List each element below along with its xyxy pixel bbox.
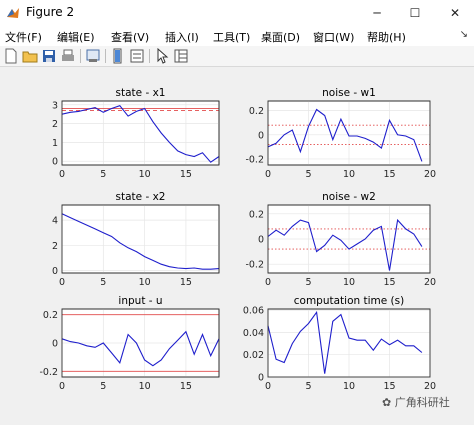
y-tick-label: 0.06 [243,306,264,317]
pointer-icon[interactable] [154,48,170,64]
subplot-1: 0 5 10 15 0 1 2 3 state - x1 [52,87,220,180]
x-tick-label: 10 [343,169,355,180]
x-tick-label: 0 [265,381,271,392]
subplot-title: computation time (s) [294,295,404,307]
menu-desktop[interactable]: 桌面(D) [261,29,300,45]
axes-box [61,204,220,274]
property-inspector-icon[interactable] [173,48,189,64]
y-tick-label: 0 [52,339,58,350]
x-tick-label: 5 [100,169,106,180]
subplot-4: 0 5 10 15 20-0.200.2noise - w2 [245,191,436,288]
save-icon[interactable] [41,48,57,64]
y-tick-label: 0.04 [243,328,264,339]
watermark: ✿ 广角科研社 [382,396,450,409]
x-tick-label: 15 [180,277,192,288]
x-tick-label: 15 [383,381,395,392]
y-tick-label: 2 [52,241,58,252]
x-tick-label: 5 [305,381,311,392]
print-preview-icon[interactable] [85,48,101,64]
x-tick-label: 0 [59,277,65,288]
subplot-5: 0 5 10 15-0.200.2input - u [39,295,220,392]
x-tick-label: 10 [139,277,151,288]
y-tick-label: -0.2 [39,367,58,378]
menu-edit[interactable]: 编辑(E) [57,29,95,45]
y-tick-label: 0 [52,266,58,277]
x-tick-label: 0 [265,169,271,180]
subplot-2: 0 5 10 15 20-0.200.2noise - w1 [245,87,436,180]
matlab-icon [7,8,19,18]
toolbar [0,46,474,67]
x-tick-label: 20 [424,277,436,288]
y-tick-label: -0.2 [245,260,264,271]
x-tick-label: 5 [305,169,311,180]
subplot-title: noise - w2 [322,191,376,203]
y-tick-label: 2 [52,119,58,130]
print-icon[interactable] [60,48,76,64]
x-tick-label: 15 [383,169,395,180]
y-tick-label: 0.02 [243,350,264,361]
x-tick-label: 20 [424,169,436,180]
y-tick-label: 0.2 [249,209,264,220]
y-tick-label: 0.2 [43,310,58,321]
menu-view[interactable]: 查看(V) [111,29,149,45]
subplot-grid: 0 5 10 150123state - x10 5 10 15 20-0.200.2nois… [39,87,436,392]
y-tick-label: 0 [258,373,264,384]
menu-help[interactable]: 帮助(H) [367,29,406,45]
x-tick-label: 15 [180,381,192,392]
x-tick-label: 15 [383,277,395,288]
y-tick-label: 0.2 [249,106,264,117]
window-title: Figure 2 [26,5,75,19]
subplot-title: state - x2 [116,191,166,203]
y-tick-label: -0.2 [245,154,264,165]
menu-insert[interactable]: 插入(I) [165,29,199,45]
x-tick-label: 0 [59,381,65,392]
menu-window[interactable]: 窗口(W) [313,29,354,45]
x-tick-label: 5 [100,277,106,288]
minimize-button[interactable]: ─ [358,0,396,26]
y-tick-label: 0 [52,157,58,168]
legend-icon[interactable] [129,48,145,64]
maximize-button[interactable]: ☐ [396,0,434,26]
subplot-title: input - u [118,295,162,307]
x-tick-label: 0 [265,277,271,288]
figure-canvas: 0 5 10 15 0 1 2 3 state - x1 0 5 10 15 20 -0.2 0 0.2 nois… [0,67,474,421]
y-tick-label: 3 [52,100,58,111]
subplot-6: 0 5 10 15 20 0 0.02 0.04 0.06 computation time (s… [243,295,436,392]
x-tick-label: 10 [343,381,355,392]
x-tick-label: 20 [424,381,436,392]
x-tick-label: 15 [180,169,192,180]
y-tick-label: 0 [258,235,264,246]
title-bar: Figure 2 ─ ☐ ✕ [0,0,474,26]
x-tick-label: 10 [139,169,151,180]
menu-file[interactable]: 文件(F) [5,29,42,45]
x-tick-label: 5 [305,277,311,288]
menu-bar: 文件(F) 编辑(E) 查看(V) 插入(I) 工具(T) 桌面(D) 窗口(W… [0,26,474,46]
menu-expand-icon[interactable]: ↘ [460,29,468,40]
subplot-title: state - x1 [116,87,166,99]
subplot-3: 0 5 10 15 0 2 4 state - x2 [52,191,220,288]
x-tick-label: 5 [100,381,106,392]
x-tick-label: 0 [59,169,65,180]
wechat-icon: ✿ [382,396,392,409]
open-file-icon[interactable] [22,48,38,64]
y-tick-label: 1 [52,138,58,149]
figure-window: Figure 2 ─ ☐ ✕ 文件(F) 编辑(E) 查看(V) 插入(I) 工… [0,0,474,421]
toolbar-separator [149,49,150,63]
y-tick-label: 0 [258,130,264,141]
toolbar-separator [105,49,106,63]
x-tick-label: 10 [343,277,355,288]
new-figure-icon[interactable] [3,48,19,64]
x-tick-label: 10 [139,381,151,392]
close-button[interactable]: ✕ [436,0,474,26]
toolbar-separator [80,49,81,63]
subplot-title: noise - w1 [322,87,376,99]
menu-tools[interactable]: 工具(T) [213,29,250,45]
y-tick-label: 4 [52,216,58,227]
colorbar-icon[interactable] [110,48,126,64]
